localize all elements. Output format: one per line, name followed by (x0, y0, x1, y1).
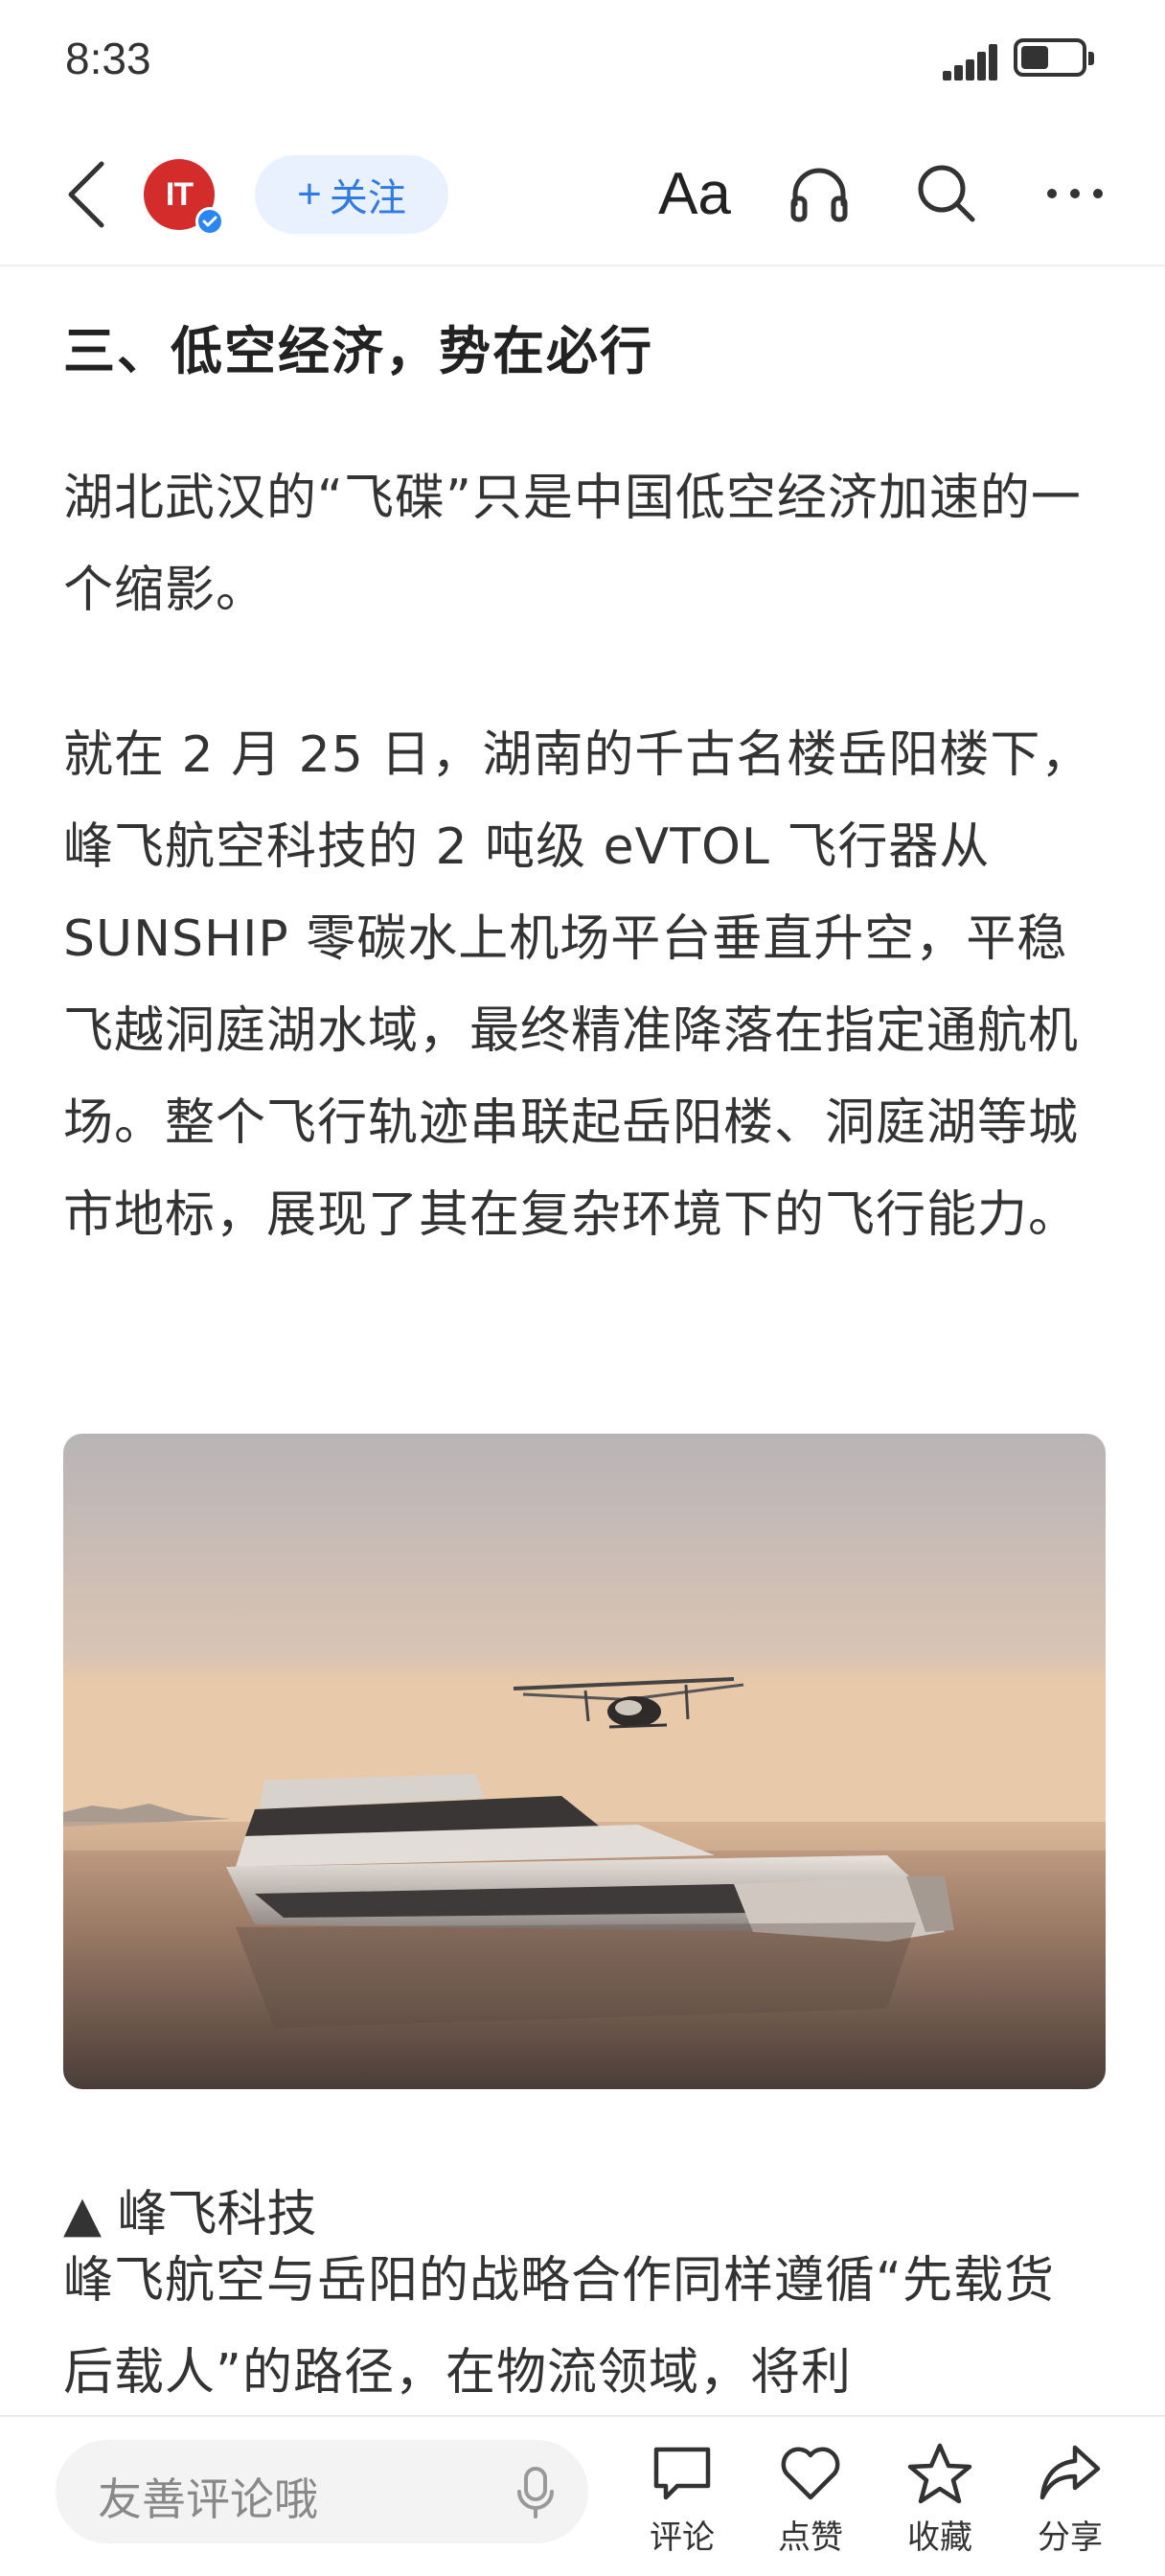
like-label: 点赞 (778, 2518, 843, 2557)
section-heading: 三、低空经济，势在必行 (63, 321, 653, 381)
avatar-logo-text: IT (165, 175, 194, 213)
comment-label: 评论 (650, 2518, 715, 2557)
like-button[interactable]: 点赞 (758, 2440, 863, 2564)
comment-placeholder: 友善评论哦 (98, 2473, 318, 2525)
follow-label: 关注 (329, 176, 406, 220)
microphone-icon[interactable] (514, 2465, 558, 2520)
comment-icon (653, 2447, 711, 2500)
verified-check-icon (195, 207, 224, 236)
author-avatar[interactable]: IT (144, 159, 224, 236)
listen-button[interactable] (781, 153, 857, 234)
battery-icon (1014, 38, 1094, 77)
signal-bars-icon (929, 38, 998, 80)
share-label: 分享 (1038, 2518, 1103, 2557)
article-image[interactable] (63, 1434, 1106, 2089)
status-bar: 8:33 (0, 0, 1165, 119)
font-size-button[interactable]: Aa (651, 153, 738, 234)
comment-button[interactable]: 评论 (629, 2440, 735, 2564)
chevron-left-icon (68, 161, 104, 228)
comment-input[interactable]: 友善评论哦 (56, 2440, 588, 2543)
favorite-label: 收藏 (907, 2518, 972, 2557)
bottom-action-bar: 友善评论哦 评论 点赞 收藏 分享 (0, 2415, 1165, 2576)
article-header: IT + 关注 Aa (0, 119, 1165, 266)
more-button[interactable] (1037, 153, 1113, 234)
plus-icon: + (297, 171, 322, 218)
article-paragraph: 湖北武汉的“飞碟”只是中国低空经济加速的一个缩影。 (63, 470, 1082, 619)
heart-icon (781, 2447, 840, 2500)
headphones-icon (790, 168, 848, 222)
search-icon (918, 165, 975, 222)
article-paragraph: 峰飞航空与岳阳的战略合作同样遵循“先载货后载人”的路径，在物流领域，将利 (63, 2252, 1055, 2402)
share-button[interactable]: 分享 (1017, 2440, 1123, 2564)
article-paragraph: 就在 2 月 25 日，湖南的千古名楼岳阳楼下，峰飞航空科技的 2 吨级 eVT… (63, 726, 1092, 1244)
share-icon (1039, 2445, 1101, 2500)
star-icon (907, 2443, 972, 2504)
search-button[interactable] (908, 153, 985, 234)
back-button[interactable] (57, 157, 115, 232)
favorite-button[interactable]: 收藏 (887, 2440, 993, 2564)
status-time: 8:33 (65, 34, 151, 83)
more-dots-icon (1047, 189, 1103, 198)
follow-button[interactable]: + 关注 (255, 155, 448, 234)
